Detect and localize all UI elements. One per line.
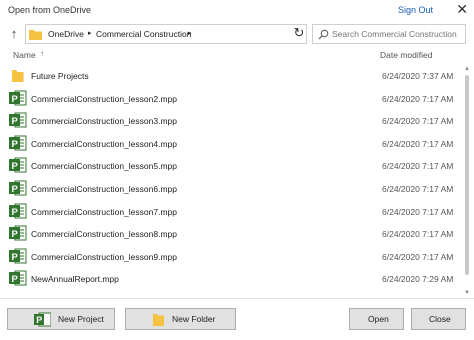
list-item[interactable]: P NewAnnualReport.mpp 6/24/2020 7:29 AM [6, 267, 458, 290]
svg-text:P: P [12, 161, 19, 172]
name-column-header[interactable]: Name [13, 50, 36, 60]
svg-text:P: P [12, 116, 19, 127]
folder-icon [153, 314, 164, 326]
column-header: Name ↑ Date modified [6, 47, 468, 63]
file-date: 6/24/2020 7:17 AM [382, 229, 454, 240]
svg-text:P: P [12, 94, 19, 105]
file-name: CommercialConstruction_lesson7.mpp [31, 206, 177, 217]
project-file-icon: P [9, 180, 27, 196]
breadcrumb-onedrive[interactable]: OneDrive [48, 29, 84, 39]
new-folder-label: New Folder [172, 314, 216, 324]
file-rows: Future Projects 6/24/2020 7:37 AM P Commerc… [6, 64, 458, 290]
file-name: CommercialConstruction_lesson2.mpp [31, 93, 177, 104]
list-item[interactable]: P CommercialConstruction_lesson6.mpp 6/24/… [6, 177, 458, 200]
project-file-icon: P [9, 270, 27, 286]
project-file-icon: P [9, 157, 27, 173]
project-file-icon: P [9, 203, 27, 219]
refresh-icon[interactable]: ↻ [291, 25, 307, 41]
list-item[interactable]: Future Projects 6/24/2020 7:37 AM [6, 64, 458, 87]
project-file-icon: P [9, 225, 27, 241]
list-item[interactable]: P CommercialConstruction_lesson7.mpp 6/24/… [6, 200, 458, 223]
file-date: 6/24/2020 7:17 AM [382, 161, 454, 172]
scroll-up-icon[interactable]: ▲ [463, 65, 471, 73]
sort-ascending-icon: ↑ [40, 49, 44, 58]
project-icon: P [34, 312, 51, 327]
title-bar: Open from OneDrive Sign Out ✕ [0, 0, 474, 20]
folder-icon [29, 30, 42, 40]
file-date: 6/24/2020 7:17 AM [382, 138, 454, 149]
close-icon[interactable]: ✕ [456, 2, 468, 16]
svg-text:P: P [12, 139, 19, 150]
svg-text:P: P [12, 274, 19, 285]
dialog-title: Open from OneDrive [8, 5, 92, 15]
file-date: 6/24/2020 7:37 AM [382, 71, 454, 81]
new-project-button[interactable]: P New Project [7, 308, 115, 330]
address-bar[interactable]: OneDrive ▸ Commercial Construction ▸ [25, 24, 307, 44]
file-name: CommercialConstruction_lesson5.mpp [31, 161, 177, 172]
list-item[interactable]: P CommercialConstruction_lesson4.mpp 6/24/… [6, 132, 458, 155]
open-button[interactable]: Open [349, 308, 404, 330]
project-file-icon: P [9, 112, 27, 128]
button-bar: P New Project New Folder Open Close [0, 298, 474, 340]
list-item[interactable]: P CommercialConstruction_lesson8.mpp 6/24/… [6, 222, 458, 245]
sign-out-link[interactable]: Sign Out [398, 5, 433, 15]
list-item[interactable]: P CommercialConstruction_lesson5.mpp 6/24/… [6, 154, 458, 177]
scrollbar-thumb[interactable] [465, 75, 469, 275]
svg-text:P: P [12, 252, 19, 263]
new-folder-button[interactable]: New Folder [125, 308, 236, 330]
file-name: CommercialConstruction_lesson8.mpp [31, 229, 177, 240]
project-file-icon: P [9, 135, 27, 151]
breadcrumb-commercial-construction[interactable]: Commercial Construction [96, 29, 191, 39]
file-date: 6/24/2020 7:17 AM [382, 93, 454, 104]
vertical-scrollbar[interactable]: ▲ ▼ [463, 65, 471, 297]
new-project-label: New Project [58, 314, 104, 324]
scroll-down-icon[interactable]: ▼ [463, 289, 471, 297]
search-box[interactable] [312, 24, 466, 44]
search-input[interactable] [332, 27, 462, 41]
svg-text:P: P [12, 207, 19, 218]
project-file-icon: P [9, 248, 27, 264]
date-modified-column-header[interactable]: Date modified [380, 50, 432, 60]
close-button[interactable]: Close [411, 308, 466, 330]
project-file-icon: P [9, 90, 27, 106]
file-list: Name ↑ Date modified Future Projects 6/24… [6, 47, 471, 297]
list-item[interactable]: P CommercialConstruction_lesson2.mpp 6/24/… [6, 87, 458, 110]
file-date: 6/24/2020 7:17 AM [382, 251, 454, 262]
open-label: Open [368, 314, 389, 324]
file-date: 6/24/2020 7:17 AM [382, 183, 454, 194]
file-name: NewAnnualReport.mpp [31, 274, 119, 285]
file-name: CommercialConstruction_lesson9.mpp [31, 251, 177, 262]
search-icon [318, 29, 329, 40]
list-item[interactable]: P CommercialConstruction_lesson9.mpp 6/24/… [6, 245, 458, 268]
file-name: Future Projects [31, 71, 89, 81]
file-date: 6/24/2020 7:29 AM [382, 274, 454, 285]
svg-text:P: P [12, 184, 19, 195]
file-date: 6/24/2020 7:17 AM [382, 206, 454, 217]
file-date: 6/24/2020 7:17 AM [382, 116, 454, 127]
chevron-right-icon[interactable]: ▸ [88, 29, 92, 37]
list-item[interactable]: P CommercialConstruction_lesson3.mpp 6/24/… [6, 109, 458, 132]
file-name: CommercialConstruction_lesson3.mpp [31, 116, 177, 127]
chevron-right-icon[interactable]: ▸ [188, 29, 192, 37]
close-label: Close [429, 314, 451, 324]
up-arrow-icon[interactable]: ↑ [6, 26, 22, 42]
folder-icon [12, 70, 24, 82]
navigation-bar: ↑ OneDrive ▸ Commercial Construction ▸ ↻ [0, 23, 474, 45]
svg-text:P: P [12, 229, 19, 240]
svg-text:P: P [36, 315, 42, 325]
file-name: CommercialConstruction_lesson4.mpp [31, 138, 177, 149]
file-name: CommercialConstruction_lesson6.mpp [31, 183, 177, 194]
